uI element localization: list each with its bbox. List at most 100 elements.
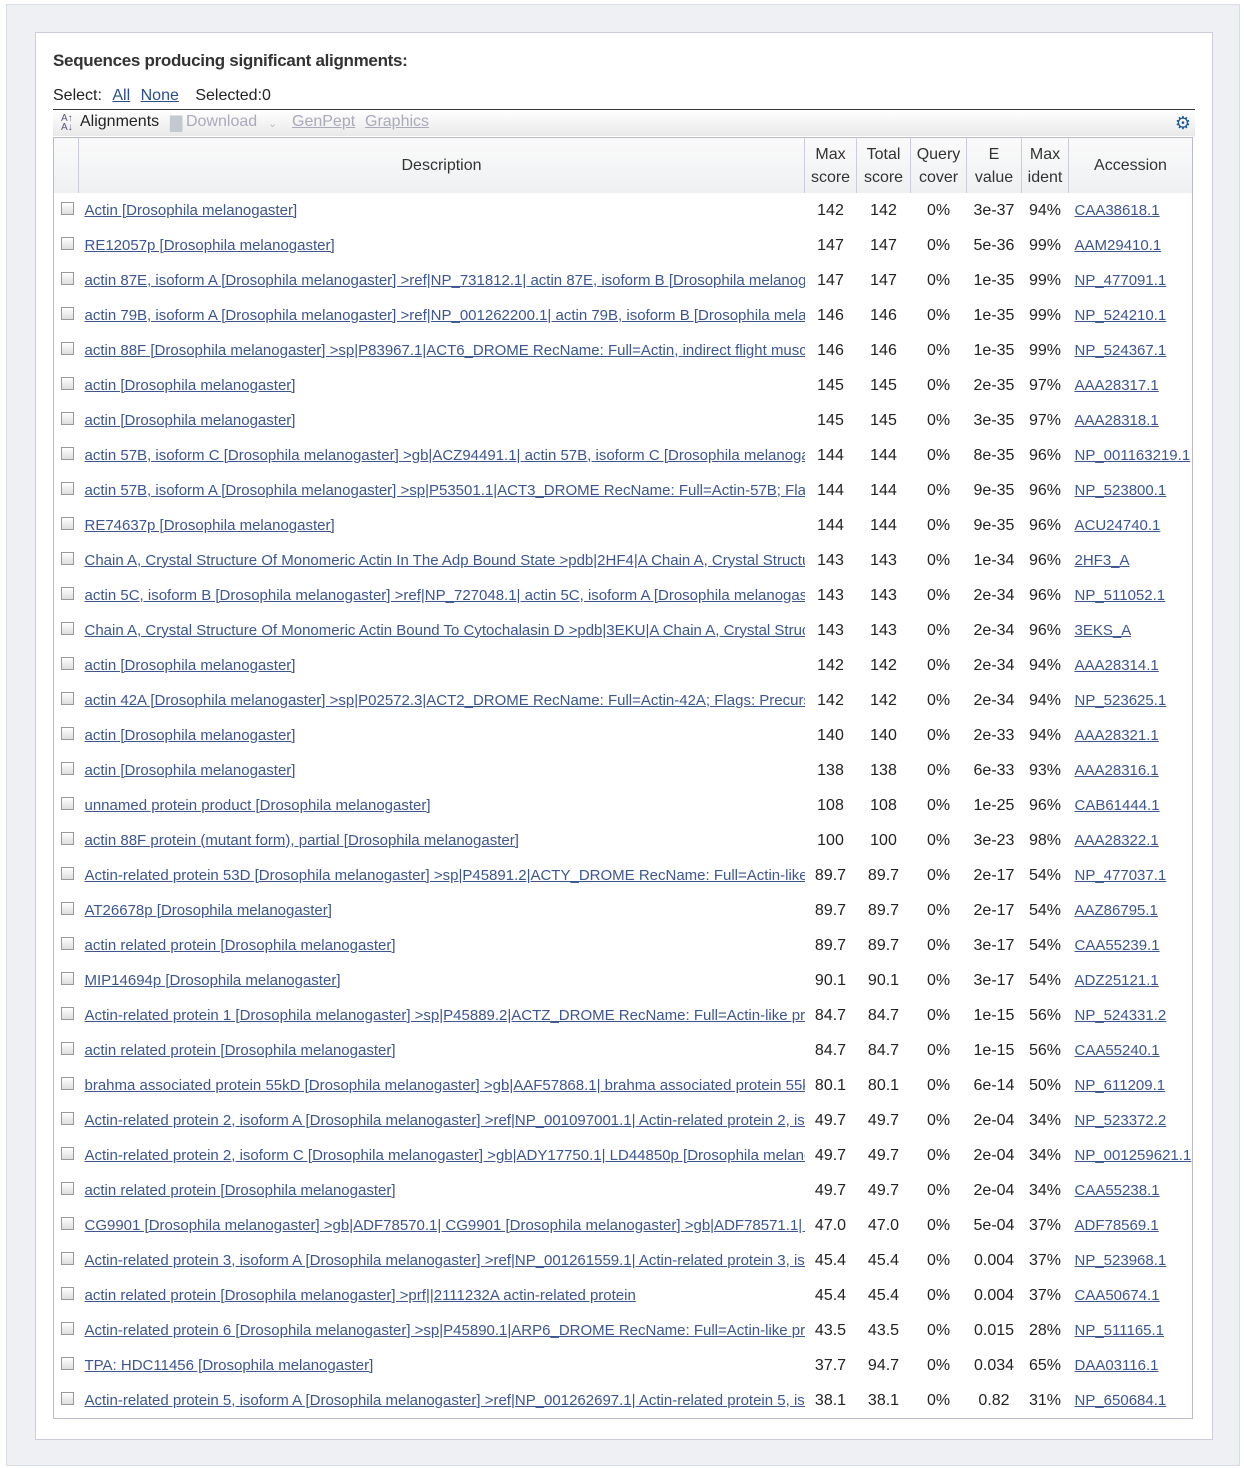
description-link[interactable]: actin related protein [Drosophila melano… bbox=[85, 1042, 396, 1059]
description-link[interactable]: unnamed protein product [Drosophila mela… bbox=[85, 797, 431, 814]
row-checkbox[interactable] bbox=[60, 691, 74, 705]
row-checkbox[interactable] bbox=[60, 551, 74, 565]
row-checkbox[interactable] bbox=[60, 1321, 74, 1335]
accession-link[interactable]: NP_001163219.1 bbox=[1075, 447, 1191, 464]
header-max-ident[interactable]: Max ident bbox=[1021, 137, 1069, 193]
accession-link[interactable]: NP_511165.1 bbox=[1075, 1322, 1165, 1339]
description-link[interactable]: actin 42A [Drosophila melanogaster] >sp|… bbox=[85, 692, 805, 709]
description-link[interactable]: actin 79B, isoform A [Drosophila melanog… bbox=[85, 307, 805, 324]
row-checkbox[interactable] bbox=[60, 1251, 74, 1265]
description-link[interactable]: RE74637p [Drosophila melanogaster] bbox=[85, 517, 335, 534]
accession-link[interactable]: NP_523625.1 bbox=[1075, 692, 1167, 709]
description-link[interactable]: actin [Drosophila melanogaster] bbox=[85, 657, 296, 674]
accession-link[interactable]: NP_001259621.1 bbox=[1075, 1147, 1192, 1164]
accession-link[interactable]: AAA28317.1 bbox=[1075, 377, 1159, 394]
accession-link[interactable]: NP_524210.1 bbox=[1075, 307, 1167, 324]
row-checkbox[interactable] bbox=[60, 726, 74, 740]
description-link[interactable]: RE12057p [Drosophila melanogaster] bbox=[85, 237, 335, 254]
accession-link[interactable]: ACU24740.1 bbox=[1075, 517, 1161, 534]
row-checkbox[interactable] bbox=[60, 1006, 74, 1020]
accession-link[interactable]: NP_477091.1 bbox=[1075, 272, 1167, 289]
row-checkbox[interactable] bbox=[60, 1391, 74, 1405]
row-checkbox[interactable] bbox=[60, 201, 74, 215]
row-checkbox[interactable] bbox=[60, 1041, 74, 1055]
accession-link[interactable]: NP_650684.1 bbox=[1075, 1392, 1167, 1409]
description-link[interactable]: Actin-related protein 1 [Drosophila mela… bbox=[85, 1007, 805, 1024]
description-link[interactable]: actin 88F [Drosophila melanogaster] >sp|… bbox=[85, 342, 805, 359]
description-link[interactable]: CG9901 [Drosophila melanogaster] >gb|ADF… bbox=[85, 1217, 805, 1234]
accession-link[interactable]: NP_611209.1 bbox=[1075, 1077, 1166, 1094]
accession-link[interactable]: 2HF3_A bbox=[1075, 552, 1130, 569]
accession-link[interactable]: ADF78569.1 bbox=[1075, 1217, 1159, 1234]
accession-link[interactable]: CAB61444.1 bbox=[1075, 797, 1160, 814]
accession-link[interactable]: NP_477037.1 bbox=[1075, 867, 1167, 884]
chevron-down-icon[interactable]: ⌄ bbox=[268, 117, 277, 130]
graphics-link[interactable]: Graphics bbox=[365, 113, 429, 131]
header-query-cover[interactable]: Query cover bbox=[910, 137, 967, 193]
header-description[interactable]: Description bbox=[78, 137, 805, 193]
row-checkbox[interactable] bbox=[60, 796, 74, 810]
description-link[interactable]: actin [Drosophila melanogaster] bbox=[85, 412, 296, 429]
accession-link[interactable]: AAM29410.1 bbox=[1075, 237, 1162, 254]
description-link[interactable]: actin [Drosophila melanogaster] bbox=[85, 727, 296, 744]
description-link[interactable]: Actin-related protein 3, isoform A [Dros… bbox=[85, 1252, 805, 1269]
row-checkbox[interactable] bbox=[60, 271, 74, 285]
row-checkbox[interactable] bbox=[60, 1076, 74, 1090]
description-link[interactable]: TPA: HDC11456 [Drosophila melanogaster] bbox=[85, 1357, 374, 1374]
row-checkbox[interactable] bbox=[60, 656, 74, 670]
description-link[interactable]: Actin-related protein 6 [Drosophila mela… bbox=[85, 1322, 805, 1339]
row-checkbox[interactable] bbox=[60, 376, 74, 390]
description-link[interactable]: actin related protein [Drosophila melano… bbox=[85, 937, 396, 954]
row-checkbox[interactable] bbox=[60, 831, 74, 845]
accession-link[interactable]: NP_524331.2 bbox=[1075, 1007, 1167, 1024]
accession-link[interactable]: NP_523372.2 bbox=[1075, 1112, 1167, 1129]
accession-link[interactable]: CAA55238.1 bbox=[1075, 1182, 1160, 1199]
description-link[interactable]: Actin-related protein 2, isoform A [Dros… bbox=[85, 1112, 805, 1129]
gear-icon[interactable]: ⚙ bbox=[1175, 113, 1191, 134]
accession-link[interactable]: AAA28322.1 bbox=[1075, 832, 1159, 849]
accession-link[interactable]: CAA55239.1 bbox=[1075, 937, 1160, 954]
description-link[interactable]: AT26678p [Drosophila melanogaster] bbox=[85, 902, 332, 919]
description-link[interactable]: Actin-related protein 53D [Drosophila me… bbox=[85, 867, 805, 884]
row-checkbox[interactable] bbox=[60, 936, 74, 950]
row-checkbox[interactable] bbox=[60, 621, 74, 635]
header-e-value[interactable]: Evalue bbox=[966, 137, 1022, 193]
description-link[interactable]: actin related protein [Drosophila melano… bbox=[85, 1287, 636, 1304]
row-checkbox[interactable] bbox=[60, 1111, 74, 1125]
description-link[interactable]: actin related protein [Drosophila melano… bbox=[85, 1182, 396, 1199]
header-accession[interactable]: Accession bbox=[1068, 137, 1193, 193]
description-link[interactable]: Actin [Drosophila melanogaster] bbox=[85, 202, 298, 219]
accession-link[interactable]: AAA28314.1 bbox=[1075, 657, 1159, 674]
description-link[interactable]: actin 5C, isoform B [Drosophila melanoga… bbox=[85, 587, 805, 604]
description-link[interactable]: MIP14694p [Drosophila melanogaster] bbox=[85, 972, 341, 989]
description-link[interactable]: actin 57B, isoform A [Drosophila melanog… bbox=[85, 482, 805, 499]
row-checkbox[interactable] bbox=[60, 1181, 74, 1195]
accession-link[interactable]: CAA50674.1 bbox=[1075, 1287, 1160, 1304]
row-checkbox[interactable] bbox=[60, 236, 74, 250]
accession-link[interactable]: NP_524367.1 bbox=[1075, 342, 1167, 359]
accession-link[interactable]: NP_523800.1 bbox=[1075, 482, 1167, 499]
row-checkbox[interactable] bbox=[60, 446, 74, 460]
description-link[interactable]: Actin-related protein 2, isoform C [Dros… bbox=[85, 1147, 805, 1164]
row-checkbox[interactable] bbox=[60, 1216, 74, 1230]
row-checkbox[interactable] bbox=[60, 411, 74, 425]
download-button[interactable]: Download bbox=[186, 113, 257, 131]
select-all-link[interactable]: All bbox=[112, 87, 130, 104]
description-link[interactable]: actin 87E, isoform A [Drosophila melanog… bbox=[85, 272, 805, 289]
row-checkbox[interactable] bbox=[60, 516, 74, 530]
row-checkbox[interactable] bbox=[60, 901, 74, 915]
row-checkbox[interactable] bbox=[60, 341, 74, 355]
header-total-score[interactable]: Total score bbox=[856, 137, 911, 193]
header-max-score[interactable]: Max score bbox=[804, 137, 857, 193]
row-checkbox[interactable] bbox=[60, 1286, 74, 1300]
row-checkbox[interactable] bbox=[60, 1146, 74, 1160]
alignments-button[interactable]: Alignments bbox=[80, 113, 159, 131]
row-checkbox[interactable] bbox=[60, 1356, 74, 1370]
accession-link[interactable]: NP_523968.1 bbox=[1075, 1252, 1167, 1269]
accession-link[interactable]: CAA55240.1 bbox=[1075, 1042, 1160, 1059]
row-checkbox[interactable] bbox=[60, 306, 74, 320]
accession-link[interactable]: AAZ86795.1 bbox=[1075, 902, 1158, 919]
accession-link[interactable]: ADZ25121.1 bbox=[1075, 972, 1159, 989]
description-link[interactable]: brahma associated protein 55kD [Drosophi… bbox=[85, 1077, 805, 1094]
row-checkbox[interactable] bbox=[60, 866, 74, 880]
